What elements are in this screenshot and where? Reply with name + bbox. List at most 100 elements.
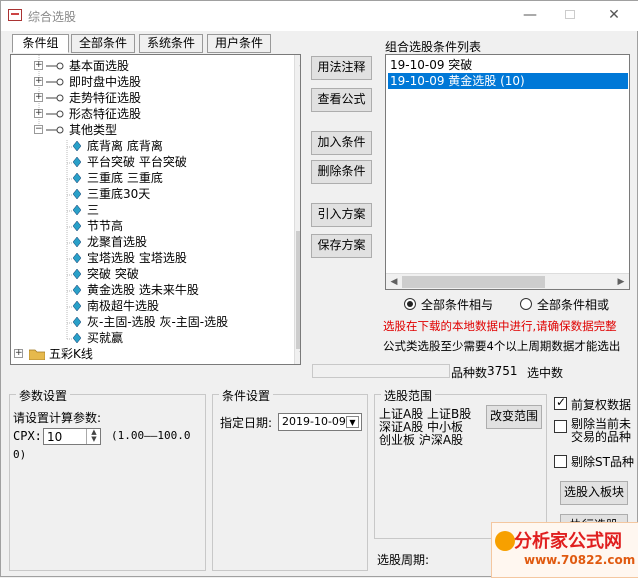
item-label: 平台突破 平台突破 bbox=[87, 155, 187, 169]
expand-icon[interactable]: + bbox=[34, 93, 43, 102]
item-label: 三 bbox=[87, 203, 100, 217]
expand-icon[interactable]: + bbox=[34, 77, 43, 86]
tree-category[interactable]: + 基本面选股 bbox=[11, 58, 271, 74]
tree-item[interactable]: 节节高 bbox=[11, 218, 281, 234]
condition-list[interactable]: 19-10-09 突破 19-10-09 黄金选股 (10) ◀ ▶ bbox=[385, 54, 630, 290]
tree-item[interactable]: 三重底 三重底 bbox=[11, 170, 281, 186]
tree-item[interactable]: 宝塔选股 宝塔选股 bbox=[11, 250, 281, 266]
folder-icon bbox=[29, 349, 45, 360]
scroll-up-arrow-icon[interactable]: ▲ bbox=[295, 55, 301, 71]
view-formula-button[interactable]: 查看公式 bbox=[311, 88, 372, 112]
or-radio[interactable] bbox=[520, 298, 532, 310]
spin-stepper-icon[interactable]: ▲ ▼ bbox=[86, 429, 101, 444]
tree-vertical-scrollbar[interactable]: ▲ ▼ bbox=[294, 55, 301, 364]
scroll-thumb[interactable] bbox=[296, 231, 300, 349]
and-radio-label: 全部条件相与 bbox=[421, 298, 494, 312]
list-horizontal-scrollbar[interactable]: ◀ ▶ bbox=[386, 273, 629, 289]
range-line: 创业板 沪深A股 bbox=[379, 433, 464, 447]
scroll-right-arrow-icon[interactable]: ▶ bbox=[613, 274, 629, 289]
tree-item[interactable]: 突破 突破 bbox=[11, 266, 281, 282]
delete-condition-button[interactable]: 删除条件 bbox=[311, 160, 372, 184]
item-label: 突破 突破 bbox=[87, 267, 139, 281]
save-plan-button[interactable]: 保存方案 bbox=[311, 234, 372, 258]
tree-category[interactable]: + 即时盘中选股 bbox=[11, 74, 271, 90]
usage-notes-button[interactable]: 用法注释 bbox=[311, 56, 372, 80]
maximize-button[interactable] bbox=[560, 5, 580, 25]
expand-icon[interactable]: + bbox=[34, 109, 43, 118]
item-label: 南极超牛选股 bbox=[87, 299, 160, 313]
period-info-text: 公式类选股至少需要4个以上周期数据才能选出 bbox=[383, 339, 621, 353]
tab-condition-group[interactable]: 条件组 bbox=[12, 34, 69, 53]
scroll-left-arrow-icon[interactable]: ◀ bbox=[386, 274, 402, 289]
tree-folder[interactable]: + 五彩K线 bbox=[11, 346, 271, 362]
formula-leaf-icon bbox=[73, 237, 81, 247]
condition-list-title: 组合选股条件列表 bbox=[385, 40, 482, 54]
date-label: 指定日期: bbox=[220, 416, 273, 430]
scroll-thumb[interactable] bbox=[402, 276, 545, 288]
range-group-title: 选股范围 bbox=[381, 387, 436, 404]
and-radio[interactable] bbox=[404, 298, 416, 310]
tree-category[interactable]: + 走势特征选股 bbox=[11, 90, 271, 106]
param-name-label: CPX: bbox=[13, 429, 42, 443]
item-label: 龙聚首选股 bbox=[87, 235, 148, 249]
tree-item[interactable]: 三重底30天 bbox=[11, 186, 281, 202]
tab-all-conditions[interactable]: 全部条件 bbox=[71, 34, 135, 53]
tree-item[interactable]: 黄金选股 选未来牛股 bbox=[11, 282, 281, 298]
param-cpx-input[interactable]: 10 ▲ ▼ bbox=[43, 428, 101, 445]
tree-item[interactable]: 平台突破 平台突破 bbox=[11, 154, 281, 170]
item-label: 底背离 底背离 bbox=[87, 139, 163, 153]
tree-item[interactable]: 南极超牛选股 bbox=[11, 298, 281, 314]
or-radio-label: 全部条件相或 bbox=[537, 298, 610, 312]
tree-item[interactable]: 三 bbox=[11, 202, 281, 218]
tree-item[interactable]: 买就赢 bbox=[11, 330, 281, 346]
collapse-icon[interactable]: − bbox=[34, 125, 43, 134]
dropdown-arrow-icon[interactable]: ▼ bbox=[346, 416, 359, 428]
condition-node-icon bbox=[46, 62, 64, 70]
site-watermark: 分析家公式网 www.70822.com bbox=[491, 522, 638, 578]
change-range-button[interactable]: 改变范围 bbox=[486, 405, 542, 429]
tree-item[interactable]: 龙聚首选股 bbox=[11, 234, 281, 250]
formula-leaf-icon bbox=[73, 141, 81, 151]
item-label: 买就赢 bbox=[87, 331, 124, 345]
scroll-down-arrow-icon[interactable]: ▼ bbox=[295, 347, 301, 363]
formula-leaf-icon bbox=[73, 221, 81, 231]
count-value: 3751 bbox=[487, 364, 518, 378]
close-button[interactable]: ✕ bbox=[604, 5, 624, 25]
tree-category[interactable]: − 其他类型 bbox=[11, 122, 271, 138]
exclude-st-checkbox[interactable] bbox=[554, 455, 567, 468]
import-plan-button[interactable]: 引入方案 bbox=[311, 203, 372, 227]
condition-node-icon bbox=[46, 78, 64, 86]
condition-settings-title: 条件设置 bbox=[219, 387, 274, 404]
add-to-board-button[interactable]: 选股入板块 bbox=[560, 481, 628, 505]
tree-item[interactable]: 底背离 底背离 bbox=[11, 138, 281, 154]
item-label: 黄金选股 选未来牛股 bbox=[87, 283, 199, 297]
tab-system-conditions[interactable]: 系统条件 bbox=[139, 34, 203, 53]
formula-leaf-icon bbox=[73, 173, 81, 183]
param-range-text-end: 0) bbox=[13, 448, 27, 461]
add-condition-button[interactable]: 加入条件 bbox=[311, 131, 372, 155]
formula-leaf-icon bbox=[73, 317, 81, 327]
watermark-main-text: 分析家公式网 bbox=[514, 531, 622, 552]
date-select[interactable]: 2019-10-09 ▼ bbox=[278, 413, 362, 431]
exclude-unlisted-checkbox[interactable] bbox=[554, 420, 567, 433]
expand-icon[interactable]: + bbox=[14, 349, 23, 358]
expand-icon[interactable]: + bbox=[34, 61, 43, 70]
count-label: 品种数 bbox=[451, 366, 488, 380]
tree-category[interactable]: + 形态特征选股 bbox=[11, 106, 271, 122]
formula-leaf-icon bbox=[73, 301, 81, 311]
prior-adjust-checkbox[interactable] bbox=[554, 395, 567, 410]
app-icon bbox=[8, 9, 22, 21]
window-title: 综合选股 bbox=[28, 10, 77, 24]
condition-tree[interactable]: + 基本面选股 + 即时盘中选股 + 走势特征选股 + 形态特征选股 − 其他类… bbox=[10, 54, 301, 365]
app-window: 综合选股 — ✕ 条件组 全部条件 系统条件 用户条件 + 基本面选股 + 即时… bbox=[0, 0, 638, 578]
formula-leaf-icon bbox=[73, 333, 81, 343]
list-item-selected[interactable]: 19-10-09 黄金选股 (10) bbox=[388, 73, 628, 89]
selected-count-label: 选中数 bbox=[527, 366, 564, 380]
params-prompt: 请设置计算参数: bbox=[13, 411, 102, 425]
tab-user-conditions[interactable]: 用户条件 bbox=[207, 34, 271, 53]
list-item[interactable]: 19-10-09 突破 bbox=[388, 57, 628, 73]
tree-item[interactable]: 灰-主固-选股 灰-主固-选股 bbox=[11, 314, 281, 330]
formula-leaf-icon bbox=[73, 269, 81, 279]
condition-node-icon bbox=[46, 94, 64, 102]
minimize-button[interactable]: — bbox=[520, 5, 540, 25]
